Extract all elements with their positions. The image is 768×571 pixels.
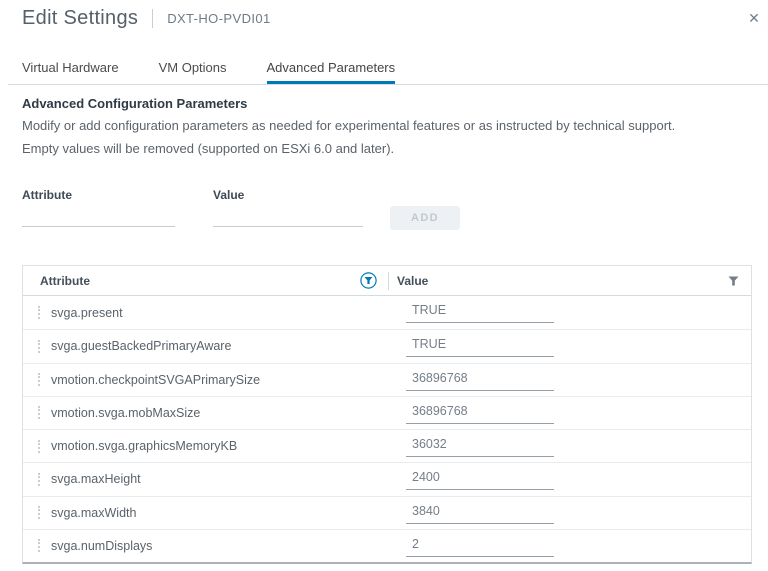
drag-handle-icon[interactable]: [38, 306, 40, 320]
attribute-label: Attribute: [22, 188, 72, 202]
row-value-input[interactable]: [406, 435, 554, 457]
tab-virtual-hardware[interactable]: Virtual Hardware: [22, 61, 119, 84]
row-value-input[interactable]: [406, 368, 554, 391]
value-label: Value: [213, 188, 245, 202]
table-row: svga.guestBackedPrimaryAware: [23, 329, 751, 362]
description-line-1: Modify or add configuration parameters a…: [22, 118, 676, 133]
attribute-column-label: Attribute: [40, 273, 90, 288]
attribute-name: svga.present: [51, 305, 123, 320]
attribute-name: svga.maxWidth: [51, 505, 137, 520]
table-row: vmotion.svga.mobMaxSize: [23, 395, 751, 429]
attribute-name: svga.guestBackedPrimaryAware: [51, 339, 232, 354]
add-parameter-form: Attribute Value ADD: [22, 188, 746, 238]
table-row: vmotion.checkpointSVGAPrimarySize: [23, 362, 751, 396]
drag-handle-icon[interactable]: [38, 539, 40, 553]
table-row: svga.maxHeight: [23, 462, 751, 495]
value-column-label: Value: [397, 273, 429, 288]
attribute-name: svga.maxHeight: [51, 472, 141, 487]
attribute-input[interactable]: [22, 204, 175, 227]
section-description: Modify or add configuration parameters a…: [22, 114, 675, 160]
table-row: svga.numDisplays: [23, 528, 751, 562]
description-line-2: Empty values will be removed (supported …: [22, 141, 395, 156]
drag-handle-icon[interactable]: [38, 472, 40, 486]
tab-vm-options[interactable]: VM Options: [159, 61, 227, 84]
drag-handle-icon[interactable]: [38, 406, 40, 420]
table-header-row: Attribute Value: [23, 266, 751, 296]
row-value-input[interactable]: [406, 468, 554, 491]
add-button[interactable]: ADD: [390, 206, 460, 230]
dialog-header: Edit Settings DXT-HO-PVDI01: [22, 7, 271, 30]
attribute-name: vmotion.svga.graphicsMemoryKB: [51, 439, 238, 454]
row-value-input[interactable]: [406, 301, 554, 323]
title-divider: [152, 9, 154, 28]
drag-handle-icon[interactable]: [38, 339, 40, 353]
value-column-header: Value: [389, 266, 751, 295]
attribute-name: vmotion.checkpointSVGAPrimarySize: [51, 372, 261, 387]
vm-name: DXT-HO-PVDI01: [167, 11, 271, 26]
row-value-input[interactable]: [406, 534, 554, 557]
edit-settings-dialog: { "dialog": { "title": "Edit Settings", …: [0, 0, 768, 571]
table-row: svga.present: [23, 296, 751, 329]
section-heading: Advanced Configuration Parameters: [22, 96, 248, 111]
drag-handle-icon[interactable]: [38, 373, 40, 387]
close-icon[interactable]: ✕: [744, 8, 764, 28]
value-filter-icon[interactable]: [728, 276, 739, 286]
drag-handle-icon[interactable]: [38, 439, 40, 453]
attribute-column-header: Attribute: [23, 266, 388, 295]
attribute-name: svga.numDisplays: [51, 538, 153, 553]
dialog-title: Edit Settings: [22, 7, 139, 29]
table-row: svga.maxWidth: [23, 495, 751, 529]
row-value-input[interactable]: [406, 501, 554, 524]
value-input[interactable]: [213, 204, 363, 227]
tab-bar: Virtual Hardware VM Options Advanced Par…: [8, 61, 768, 85]
table-row: vmotion.svga.graphicsMemoryKB: [23, 429, 751, 462]
row-value-input[interactable]: [406, 401, 554, 424]
attribute-name: vmotion.svga.mobMaxSize: [51, 405, 201, 420]
parameters-table: Attribute Value svga.present svga.guestB…: [22, 265, 752, 564]
row-value-input[interactable]: [406, 335, 554, 358]
tab-advanced-parameters[interactable]: Advanced Parameters: [266, 61, 396, 84]
drag-handle-icon[interactable]: [38, 506, 40, 520]
attribute-filter-icon[interactable]: [360, 272, 377, 289]
